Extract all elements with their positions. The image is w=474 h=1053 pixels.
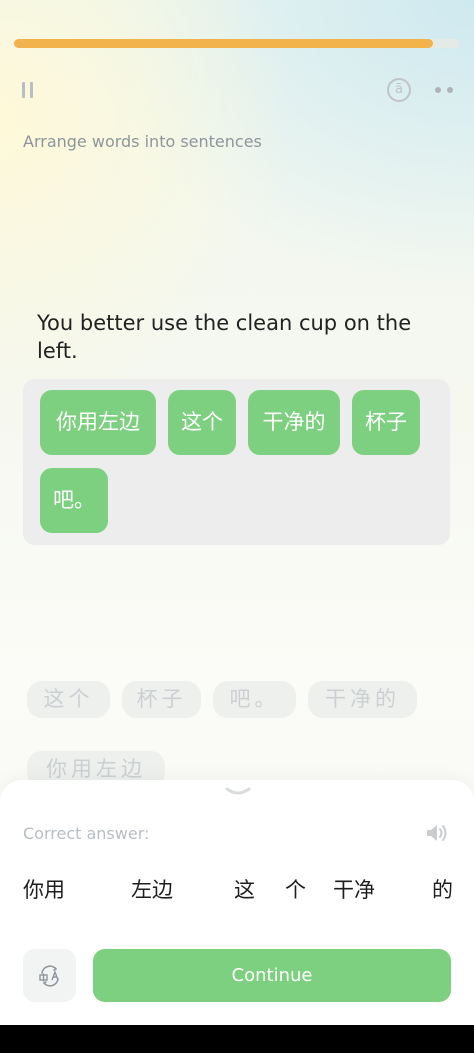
more-icon[interactable] <box>433 86 457 94</box>
word-bank-chip[interactable]: 吧。 <box>213 681 296 718</box>
answer-chip[interactable]: 吧。 <box>40 468 108 533</box>
answer-chip[interactable]: 你用左边 <box>40 390 156 455</box>
continue-button[interactable]: Continue <box>93 949 451 1002</box>
exercise-screen: ā Arrange words into sentences You bette… <box>0 0 474 1025</box>
instruction-text: Arrange words into sentences <box>23 132 262 151</box>
word-bank-chip[interactable]: 杯子 <box>122 681 201 718</box>
chevron-down-icon[interactable] <box>225 787 251 797</box>
answer-chip[interactable]: 干净的 <box>248 390 340 455</box>
answer-word: 这 <box>234 878 255 902</box>
answer-chip[interactable]: 杯子 <box>352 390 420 455</box>
translate-button[interactable] <box>23 949 76 1002</box>
system-navigation-bar <box>0 1025 474 1053</box>
speaker-icon[interactable] <box>425 823 449 843</box>
translate-icon <box>39 965 59 987</box>
pause-icon[interactable] <box>20 80 36 100</box>
answer-word: 左边 <box>131 878 173 902</box>
answer-area: 你用左边 这个 干净的 杯子 吧。 <box>23 379 450 545</box>
answer-word: 个 <box>285 878 306 902</box>
hint-glyph: ā <box>395 82 403 97</box>
pinyin-hint-icon[interactable]: ā <box>387 78 411 102</box>
word-bank-chip[interactable]: 这个 <box>27 681 110 718</box>
progress-fill <box>14 39 434 48</box>
answer-word: 的 <box>432 878 453 902</box>
progress-bar <box>14 39 460 48</box>
prompt-sentence: You better use the clean cup on the left… <box>37 311 412 363</box>
answer-word: 干净 <box>333 878 375 902</box>
result-sheet: Correct answer: 你用 左边 这 个 干净 的 Continue <box>0 780 474 1025</box>
word-bank-chip[interactable]: 干净的 <box>308 681 417 718</box>
correct-answer-label: Correct answer: <box>23 824 150 843</box>
answer-word: 你用 <box>23 878 65 902</box>
answer-chip[interactable]: 这个 <box>168 390 236 455</box>
